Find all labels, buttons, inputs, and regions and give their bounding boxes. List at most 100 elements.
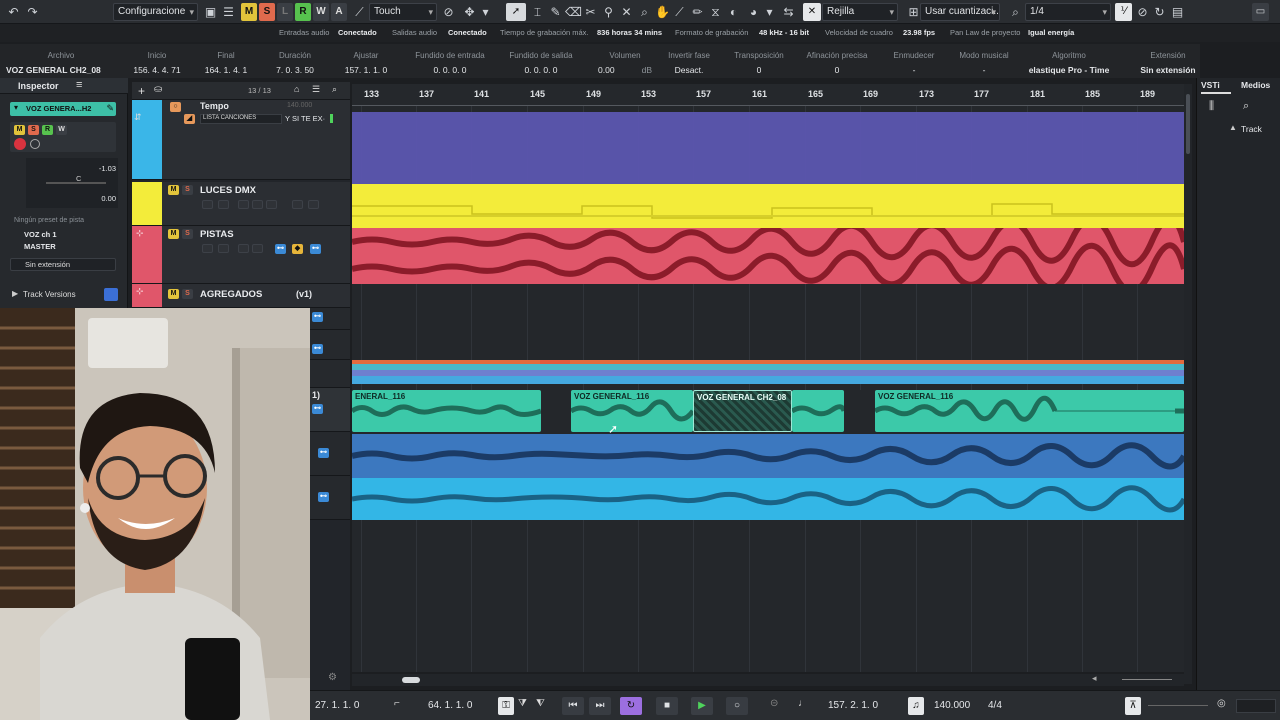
inspector-output[interactable]: MASTER	[24, 242, 56, 251]
edit-icon[interactable]: ✎	[106, 103, 114, 114]
track-button-ghost[interactable]	[238, 244, 249, 253]
configuration-dropdown[interactable]: Configuracione	[113, 3, 198, 21]
add-track-icon[interactable]: +	[138, 84, 145, 98]
list-icon[interactable]: ☰	[221, 4, 236, 20]
track-button-ghost[interactable]	[266, 200, 277, 209]
comp-tool-icon[interactable]: ⟋	[672, 4, 687, 20]
track-options-icon[interactable]: ⛀	[154, 84, 162, 95]
pistas-group-button[interactable]: ⊷	[310, 244, 321, 254]
info-length[interactable]: Duración 7. 0. 3. 50	[266, 44, 324, 78]
write-automation-button[interactable]: W	[313, 3, 329, 21]
pistas-lane[interactable]	[352, 228, 1184, 284]
redo-icon[interactable]: ↷	[25, 4, 40, 20]
info-file[interactable]: Archivo VOZ GENERAL CH2_08	[0, 44, 122, 78]
iterative-quantize-icon[interactable]: ⅟	[1115, 3, 1132, 21]
refresh-icon[interactable]: ↻	[1152, 4, 1167, 20]
a-button[interactable]: A	[331, 3, 347, 21]
info-volume[interactable]: Volumen 0.00 dB	[594, 44, 656, 78]
stop-button[interactable]: ■	[656, 697, 678, 715]
info-fade-out[interactable]: Fundido de salida 0. 0. 0. 0	[504, 44, 578, 78]
chevron-up-icon[interactable]: ▲	[1229, 123, 1237, 132]
draw-tool-icon[interactable]: ✎	[548, 4, 563, 20]
inspector-fader[interactable]	[46, 182, 106, 184]
track-button-ghost[interactable]	[218, 244, 229, 253]
inspector-volume-value[interactable]: -1.03	[99, 164, 116, 173]
primary-time-display[interactable]: 157. 2. 1. 0	[828, 698, 878, 714]
info-algorithm[interactable]: Algoritmo elastique Pro - Time	[1024, 44, 1114, 78]
cycle-button[interactable]: ↻	[620, 697, 642, 715]
tab-medios[interactable]: Medios	[1241, 80, 1279, 94]
pencil-tool-icon[interactable]: ✏	[690, 4, 705, 20]
inspector-eq-value[interactable]: 0.00	[101, 194, 116, 203]
inspector-solo-button[interactable]: S	[28, 125, 39, 135]
info-mute[interactable]: Enmudecer -	[886, 44, 942, 78]
quantize-mode-dropdown[interactable]: Usar cuantizaci...	[920, 3, 1000, 21]
track-pistas[interactable]: ⊹ M S PISTAS ⊷ ◆ ⊷	[132, 226, 350, 284]
go-to-end-button[interactable]: ⏭	[589, 697, 611, 715]
info-start[interactable]: Inicio 156. 4. 4. 71	[128, 44, 186, 78]
thin-lane-blue[interactable]	[352, 376, 1184, 384]
scroll-thumb[interactable]	[402, 677, 420, 683]
left-locator[interactable]: 27. 1. 1. 0	[315, 698, 359, 714]
info-fade-in[interactable]: Fundido de entrada 0. 0. 0. 0	[412, 44, 488, 78]
track-button-ghost[interactable]	[202, 244, 213, 253]
read-automation-button[interactable]: R	[295, 3, 311, 21]
go-to-start-button[interactable]: ⏮	[562, 697, 584, 715]
ruler[interactable]: 133 137 141 145 149 153 157 161 165 169 …	[352, 84, 1184, 106]
agregados-solo-button[interactable]: S	[182, 289, 193, 299]
pistas-solo-button[interactable]: S	[182, 229, 193, 239]
erase-tool-icon[interactable]: ⌫	[565, 4, 582, 20]
pistas-lanes-button[interactable]: ⊷	[275, 244, 286, 254]
song-value[interactable]: Y SI TE EX·	[285, 114, 325, 123]
track-versions-section[interactable]: ▶ Track Versions	[10, 288, 120, 302]
metronome-icon[interactable]: ♩	[798, 698, 808, 709]
record-enable-icon[interactable]	[14, 138, 26, 150]
solo-mode-button[interactable]: S	[259, 3, 275, 21]
timewarp-tool-icon[interactable]: ⧖	[708, 4, 723, 20]
dropdown-chevron-icon[interactable]: ▾	[478, 4, 493, 20]
inspector-track-name[interactable]: ▾ VOZ GENERA...H2 ✎	[10, 102, 116, 116]
play-button[interactable]: ▶	[691, 697, 713, 715]
mute-tool-icon[interactable]: ✕	[619, 4, 634, 20]
info-fine-tune[interactable]: Afinación precisa 0	[802, 44, 872, 78]
zoom-slider[interactable]	[1122, 679, 1172, 680]
track-button-ghost[interactable]	[202, 200, 213, 209]
zoom-tool-icon[interactable]: ⌕	[637, 4, 652, 20]
punch-out-icon[interactable]: ⧨	[536, 698, 545, 709]
inspector-input[interactable]: VOZ ch 1	[24, 230, 57, 239]
track-versions-icon[interactable]	[104, 288, 118, 301]
track-agregados[interactable]: ⊹ M S AGREGADOS (v1)	[132, 284, 350, 308]
glue-tool-icon[interactable]: ⚲	[601, 4, 616, 20]
move-tool-icon[interactable]: ✥	[462, 4, 477, 20]
search-icon[interactable]: ⌕	[1243, 100, 1249, 113]
instrument-icon[interactable]: ⫼	[1209, 100, 1214, 113]
marker-icon[interactable]: ⊼	[1125, 697, 1141, 715]
undo-icon[interactable]: ↶	[6, 4, 21, 20]
track-button-ghost[interactable]	[252, 244, 263, 253]
split-tool-icon[interactable]: ✂	[583, 4, 598, 20]
lock-icon[interactable]: ⚿	[498, 697, 514, 715]
audio-event[interactable]: VOZ GENERAL_116	[571, 390, 693, 432]
track-button-ghost[interactable]	[218, 200, 229, 209]
horizontal-scrollbar[interactable]: ◂	[352, 673, 1184, 686]
audio-event[interactable]: ENERAL_116	[352, 390, 541, 432]
info-musical-mode[interactable]: Modo musical -	[954, 44, 1014, 78]
inspector-extension-dropdown[interactable]: Sin extensión	[10, 258, 116, 271]
track-lanes-button[interactable]: ⊷	[312, 404, 323, 414]
tempo-mute-button[interactable]: ○	[170, 102, 181, 112]
info-invert-phase[interactable]: Invertir fase Desact.	[662, 44, 716, 78]
track-luces-dmx[interactable]: M S LUCES DMX	[132, 182, 350, 226]
chevron-down-icon[interactable]: ▾	[762, 4, 777, 20]
agregados-mute-button[interactable]: M	[168, 289, 179, 299]
track-button-ghost[interactable]	[292, 200, 303, 209]
tab-vsti[interactable]: VSTi	[1201, 80, 1231, 94]
audio-event[interactable]	[792, 390, 844, 432]
arranger-button[interactable]: ◢	[184, 114, 195, 124]
right-locator[interactable]: 64. 1. 1. 0	[428, 698, 472, 714]
locator-icon[interactable]: ⌐	[394, 698, 400, 709]
settings-icon[interactable]: ⚙	[328, 672, 337, 683]
luces-mute-button[interactable]: M	[168, 185, 179, 195]
inspector-read-button[interactable]: R	[42, 125, 53, 135]
inspector-write-button[interactable]: W	[56, 125, 67, 135]
pistas-mute-button[interactable]: M	[168, 229, 179, 239]
